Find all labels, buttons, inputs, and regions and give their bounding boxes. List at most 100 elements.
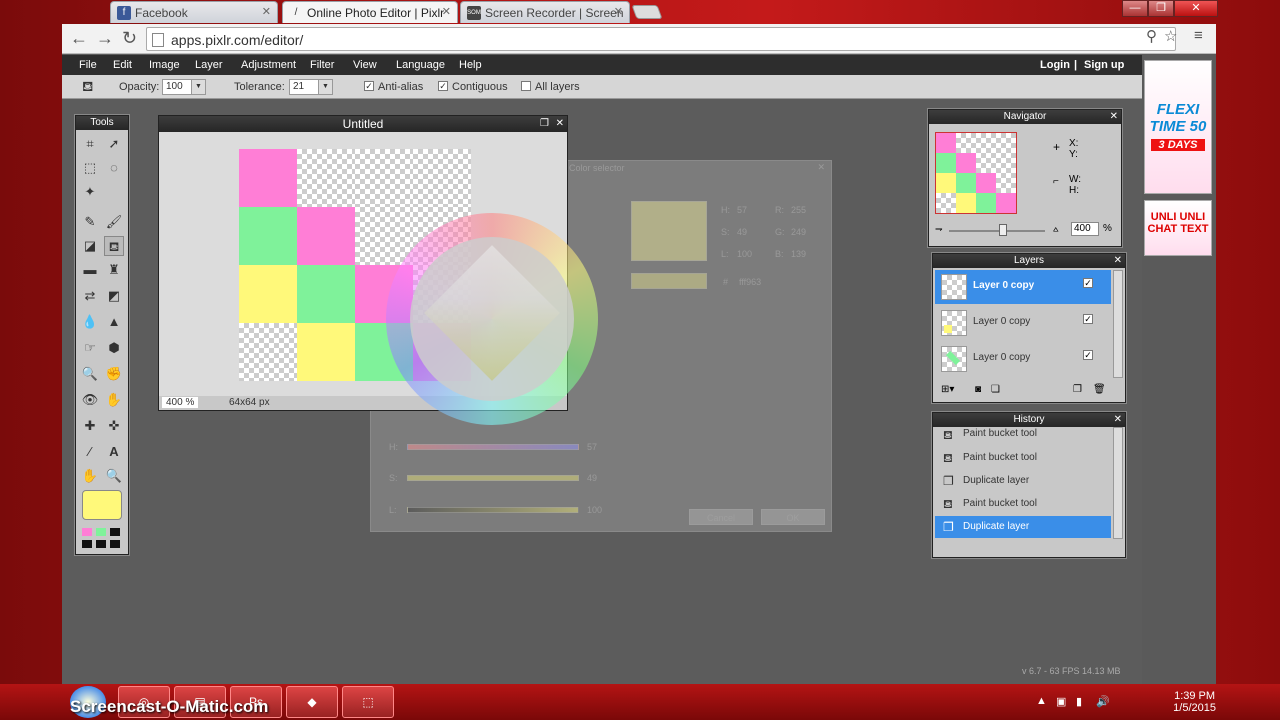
pencil-icon[interactable]: ✎ (80, 212, 100, 232)
search-icon[interactable]: ⚲ (1146, 27, 1157, 45)
layer-mask-icon[interactable]: ◙ (975, 384, 981, 395)
sponge-icon[interactable]: ⬢ (104, 338, 124, 358)
move-icon[interactable]: ➚ (104, 134, 124, 154)
layers-scrollbar[interactable] (1113, 270, 1123, 378)
all-layers-checkbox[interactable] (521, 81, 531, 91)
stamp-icon[interactable]: ♜ (104, 260, 124, 280)
drawing-icon[interactable]: ◩ (104, 286, 124, 306)
tab-facebook[interactable]: f Facebook ✕ (110, 1, 278, 23)
crop-icon[interactable]: ⌗ (80, 134, 100, 154)
zoom-slider-handle[interactable] (999, 224, 1007, 236)
close-icon[interactable]: ✕ (1114, 413, 1122, 427)
volume-icon[interactable]: 🔊 (1096, 695, 1110, 708)
hand-icon[interactable]: ✋ (80, 466, 100, 486)
swatch-black[interactable] (110, 540, 120, 548)
brush-icon[interactable]: 🖌 (104, 212, 124, 232)
ad-flexi-time[interactable]: FLEXI TIME 50 3 DAYS (1144, 60, 1212, 194)
maximize-icon[interactable]: ❐ (540, 116, 549, 132)
close-icon[interactable]: ✕ (817, 162, 825, 173)
bloat-icon[interactable]: ✚ (80, 416, 100, 436)
menu-file[interactable]: File (79, 59, 97, 71)
new-layer-icon[interactable]: ❐ (1073, 384, 1082, 395)
lightness-slider[interactable] (407, 507, 579, 513)
close-icon[interactable]: ✕ (556, 116, 564, 132)
type-icon[interactable]: A (104, 442, 124, 462)
h-value[interactable]: 57 (737, 205, 747, 215)
tab-screen-recorder[interactable]: SOM Screen Recorder | Screen ✕ (460, 1, 630, 23)
paint-bucket-icon[interactable]: ⛾ (104, 236, 124, 256)
swatch-pink[interactable] (82, 528, 92, 536)
tray-arrow-icon[interactable]: ▲ (1036, 695, 1047, 707)
layer-visibility-checkbox[interactable]: ✓ (1083, 314, 1093, 324)
menu-view[interactable]: View (353, 59, 377, 71)
layer-styles-icon[interactable]: ⊞▾ (941, 384, 954, 395)
swatch-black[interactable] (110, 528, 120, 536)
red-eye-icon[interactable]: 👁 (80, 390, 100, 410)
zoom-out-icon[interactable]: ⇁ (935, 224, 943, 235)
history-item[interactable]: ❐ Duplicate layer (935, 470, 1111, 492)
menu-layer[interactable]: Layer (195, 59, 223, 71)
back-icon[interactable]: ← (70, 28, 88, 49)
tray-icon[interactable]: ▣ (1056, 695, 1066, 708)
reload-icon[interactable]: ↻ (122, 28, 137, 49)
layer-row[interactable]: Layer 0 copy ✓ (935, 270, 1111, 304)
primary-color-swatch[interactable] (82, 490, 122, 520)
pinch-icon[interactable]: ✜ (104, 416, 124, 436)
opacity-select[interactable]: 100 ▼ (162, 79, 206, 95)
menu-adjustment[interactable]: Adjustment (241, 59, 296, 71)
recorder-taskbar-button[interactable]: ⬚ (342, 686, 394, 718)
app-taskbar-button[interactable]: ◆ (286, 686, 338, 718)
dodge-icon[interactable]: 🔍 (80, 364, 100, 384)
history-item[interactable]: ⛾ Paint bucket tool (935, 427, 1111, 443)
swatch-black[interactable] (96, 540, 106, 548)
star-icon[interactable]: ☆ (1164, 27, 1177, 45)
trash-icon[interactable]: 🗑 (1093, 384, 1106, 395)
burn-icon[interactable]: ✊ (104, 364, 124, 384)
color-replace-icon[interactable]: ⇄ (80, 286, 100, 306)
address-bar[interactable]: apps.pixlr.com/editor/ (146, 27, 1176, 51)
history-item[interactable]: ⛾ Paint bucket tool (935, 447, 1111, 469)
eyedropper-icon[interactable]: ⁄ (80, 442, 100, 462)
saturation-slider[interactable] (407, 475, 579, 481)
history-scrollbar[interactable] (1113, 427, 1123, 539)
sharpen-icon[interactable]: ▲ (104, 312, 124, 332)
wand-icon[interactable]: ✦ (80, 182, 100, 202)
navigator-zoom-input[interactable]: 400 (1071, 222, 1099, 236)
menu-help[interactable]: Help (459, 59, 482, 71)
minimize-button[interactable]: — (1122, 0, 1148, 17)
maximize-button[interactable]: ❐ (1148, 0, 1174, 17)
history-item[interactable]: ❐ Duplicate layer (935, 516, 1111, 538)
swatch-black[interactable] (82, 540, 92, 548)
antialias-checkbox[interactable]: ✓ (364, 81, 374, 91)
zoom-icon[interactable]: 🔍 (104, 466, 124, 486)
hue-slider[interactable] (407, 444, 579, 450)
smudge-icon[interactable]: ☞ (80, 338, 100, 358)
layer-row[interactable]: Layer 0 copy ✓ (935, 342, 1111, 376)
menu-edit[interactable]: Edit (113, 59, 132, 71)
eraser-icon[interactable]: ◪ (80, 236, 100, 256)
forward-icon[interactable]: → (96, 28, 114, 49)
gradient-icon[interactable]: ▬ (80, 260, 100, 280)
tolerance-select[interactable]: 21 ▼ (289, 79, 333, 95)
new-tab-button[interactable] (631, 5, 663, 19)
network-icon[interactable]: ▮ (1076, 695, 1082, 708)
tab-pixlr[interactable]: / Online Photo Editor | Pixlr ✕ (282, 1, 458, 23)
login-link[interactable]: Login (1040, 59, 1070, 71)
close-window-button[interactable]: ✕ (1174, 0, 1218, 17)
g-value[interactable]: 249 (791, 227, 806, 237)
close-icon[interactable]: ✕ (442, 5, 451, 18)
s-value[interactable]: 49 (737, 227, 747, 237)
layer-visibility-checkbox[interactable]: ✓ (1083, 350, 1093, 360)
layer-row[interactable]: Layer 0 copy ✓ (935, 306, 1111, 340)
close-icon[interactable]: ✕ (1114, 254, 1122, 268)
menu-filter[interactable]: Filter (310, 59, 334, 71)
zoom-in-icon[interactable]: ⩟ (1053, 224, 1058, 235)
lasso-icon[interactable]: ◌ (104, 158, 124, 178)
menu-image[interactable]: Image (149, 59, 180, 71)
zoom-slider[interactable] (949, 230, 1045, 232)
close-icon[interactable]: ✕ (614, 5, 623, 18)
hex-value[interactable]: fff963 (739, 277, 761, 287)
history-item[interactable]: ⛾ Paint bucket tool (935, 493, 1111, 515)
swatch-green[interactable] (96, 528, 106, 536)
ok-button[interactable]: OK (761, 509, 825, 525)
